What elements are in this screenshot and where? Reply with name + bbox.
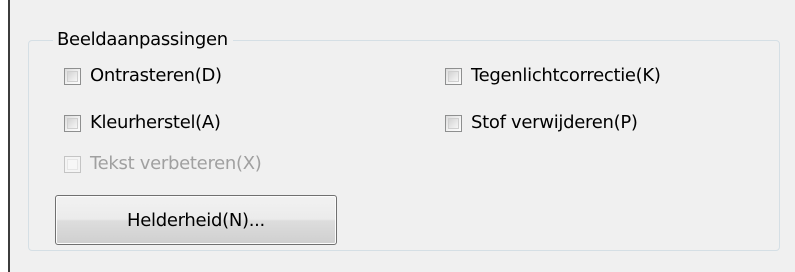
checkbox-descreen-box[interactable]	[64, 67, 81, 85]
groupbox-title: Beeldaanpassingen	[53, 28, 233, 52]
checkbox-backlight-correction-box[interactable]	[445, 67, 462, 85]
checkbox-color-restoration-box[interactable]	[64, 114, 81, 132]
checkbox-backlight-correction-label[interactable]: Tegenlichtcorrectie(K)	[471, 64, 661, 88]
checkbox-backlight-correction[interactable]: Tegenlichtcorrectie(K)	[445, 64, 661, 88]
checkbox-text-enhancement: Tekst verbeteren(X)	[64, 152, 262, 176]
checkbox-dust-removal-label[interactable]: Stof verwijderen(P)	[471, 111, 638, 135]
checkbox-dust-removal[interactable]: Stof verwijderen(P)	[445, 111, 638, 135]
checkbox-descreen[interactable]: Ontrasteren(D)	[64, 64, 222, 88]
checkbox-color-restoration[interactable]: Kleurherstel(A)	[64, 111, 221, 135]
checkbox-text-enhancement-box	[64, 155, 81, 173]
checkbox-dust-removal-box[interactable]	[445, 114, 462, 132]
checkbox-descreen-label[interactable]: Ontrasteren(D)	[90, 64, 222, 88]
checkbox-color-restoration-label[interactable]: Kleurherstel(A)	[90, 111, 221, 135]
brightness-button[interactable]: Helderheid(N)...	[55, 195, 337, 245]
checkbox-text-enhancement-label: Tekst verbeteren(X)	[90, 153, 262, 174]
